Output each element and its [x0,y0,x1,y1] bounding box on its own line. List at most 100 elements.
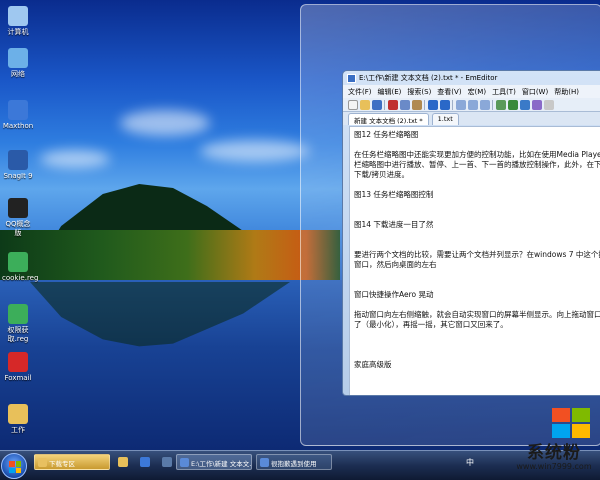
menu-item[interactable]: 查看(V) [437,87,461,97]
desktop-icon[interactable]: 工作 [2,404,34,435]
browser-icon[interactable] [140,457,150,467]
view-icon[interactable] [496,99,506,110]
menu-item[interactable]: 宏(M) [468,87,487,97]
desktop-icon-label: SnagIt 9 [3,172,33,180]
replace-icon[interactable] [480,99,490,110]
input-method-indicator[interactable]: 中 [466,457,474,468]
find-icon[interactable] [456,99,466,110]
emeditor-app-icon [180,458,189,467]
watermark: 系统粉 www.win7999.com [500,398,600,480]
taskbar-button-emeditor[interactable]: E:\工作\新建 文本文... [176,454,252,470]
redo-icon[interactable] [440,99,450,110]
editor-tabbar: 新建 文本文档 (2).txt * 1.txt [343,112,600,125]
menu-item[interactable]: 搜索(S) [407,87,431,97]
editor-toolbar [343,98,600,112]
snagit-icon [8,150,28,170]
menu-item[interactable]: 帮助(H) [554,87,579,97]
network-icon [8,48,28,68]
toolbar-separator [424,99,426,110]
tab-document-1[interactable]: 1.txt [431,113,459,125]
desktop-icon-label: 计算机 [7,28,29,36]
undo-icon[interactable] [428,99,438,110]
desktop-icon[interactable]: 计算机 [2,6,34,37]
text-line: 窗口，然后向桌面的左右 [354,260,437,269]
desktop-icon[interactable]: 网络 [2,48,34,79]
paste-icon[interactable] [412,99,422,110]
folder-icon [8,404,28,424]
desktop-icon[interactable]: SnagIt 9 [2,150,34,181]
view-icon[interactable] [532,99,542,110]
media-icon[interactable] [162,457,172,467]
desktop-icon-label: QQ概念版 [5,220,31,237]
menu-item[interactable]: 文件(F) [348,87,372,97]
desktop-icon-label: 工作 [11,426,25,434]
toolbar-separator [452,99,454,110]
reg-file-icon [8,252,28,272]
text-line: 图14 下载进度一目了然 [354,220,434,229]
window-icon [260,458,269,467]
save-icon[interactable] [372,99,382,110]
windows-logo-icon [9,461,21,473]
taskbar-button-error[interactable]: 很抱歉遇到使用 [256,454,332,470]
new-file-icon[interactable] [348,99,358,110]
explorer-icon[interactable] [118,457,128,467]
text-line: 下载/拷贝进度。 [354,170,410,179]
desktop-icon-label: Maxthon [2,122,34,130]
editor-title: E:\工作\新建 文本文档 (2).txt * - EmEditor [359,74,498,82]
emeditor-app-icon [347,73,356,83]
text-line: 栏缩略图中进行播放、暂停、上一首、下一首的播放控制操作，此外，在下 [354,160,600,169]
wallpaper-forest [0,230,340,280]
editor-text-area[interactable]: 图12 任务栏缩略图在任务栏缩略图中还能实现更加方便的控制功能，比如在使用Med… [349,126,600,395]
taskbar-button-label: E:\工作\新建 文本文... [191,460,252,468]
text-line: 拖动窗口向左右侧缩触，就会自动实现窗口的屏幕半侧显示。向上拖动窗口 [354,310,600,319]
watermark-url: www.win7999.com [516,462,592,471]
more-icon[interactable] [544,99,554,110]
find-next-icon[interactable] [468,99,478,110]
maxthon-browser-icon [8,100,28,120]
folder-icon [38,458,47,467]
wallpaper-cloud [120,110,210,136]
toolbar-separator [384,99,386,110]
text-line: 在任务栏缩略图中还能实现更加方便的控制功能，比如在使用Media Player [354,150,600,159]
open-folder-icon[interactable] [360,99,370,110]
taskbar-button-label: 下载专区 [49,460,75,468]
cut-icon[interactable] [388,99,398,110]
menu-item[interactable]: 工具(T) [492,87,516,97]
copy-icon[interactable] [400,99,410,110]
taskbar-button-label: 很抱歉遇到使用 [271,460,317,468]
view-icon[interactable] [508,99,518,110]
menu-item[interactable]: 编辑(E) [378,87,402,97]
desktop-icon[interactable]: Foxmail [2,352,34,383]
wallpaper-cloud [200,140,310,162]
menu-item[interactable]: 窗口(W) [522,87,548,97]
watermark-title: 系统粉 [527,443,581,463]
computer-icon [8,6,28,26]
desktop-icon[interactable]: Maxthon [2,100,34,131]
wallpaper-cloud [40,150,110,168]
taskbar-button-downloads[interactable]: 下载专区 [34,454,110,470]
text-line: 图12 任务栏缩略图 [354,130,419,139]
desktop-icon[interactable]: cookie.reg [2,252,39,283]
desktop-icon-label: 权限获取.reg [7,326,29,343]
desktop-icon[interactable]: 权限获取.reg [2,304,34,344]
text-line: 图13 任务栏缩略图控制 [354,190,434,199]
desktop-icon-label: Foxmail [4,374,32,382]
emeditor-window[interactable]: E:\工作\新建 文本文档 (2).txt * - EmEditor 文件(F)… [342,70,600,396]
view-icon[interactable] [520,99,530,110]
start-button[interactable] [1,453,27,479]
tab-document-2[interactable]: 新建 文本文档 (2).txt * [348,113,429,125]
desktop-icon-label: cookie.reg [2,274,39,282]
editor-titlebar[interactable]: E:\工作\新建 文本文档 (2).txt * - EmEditor [343,71,600,85]
desktop-icon[interactable]: QQ概念版 [2,198,34,238]
